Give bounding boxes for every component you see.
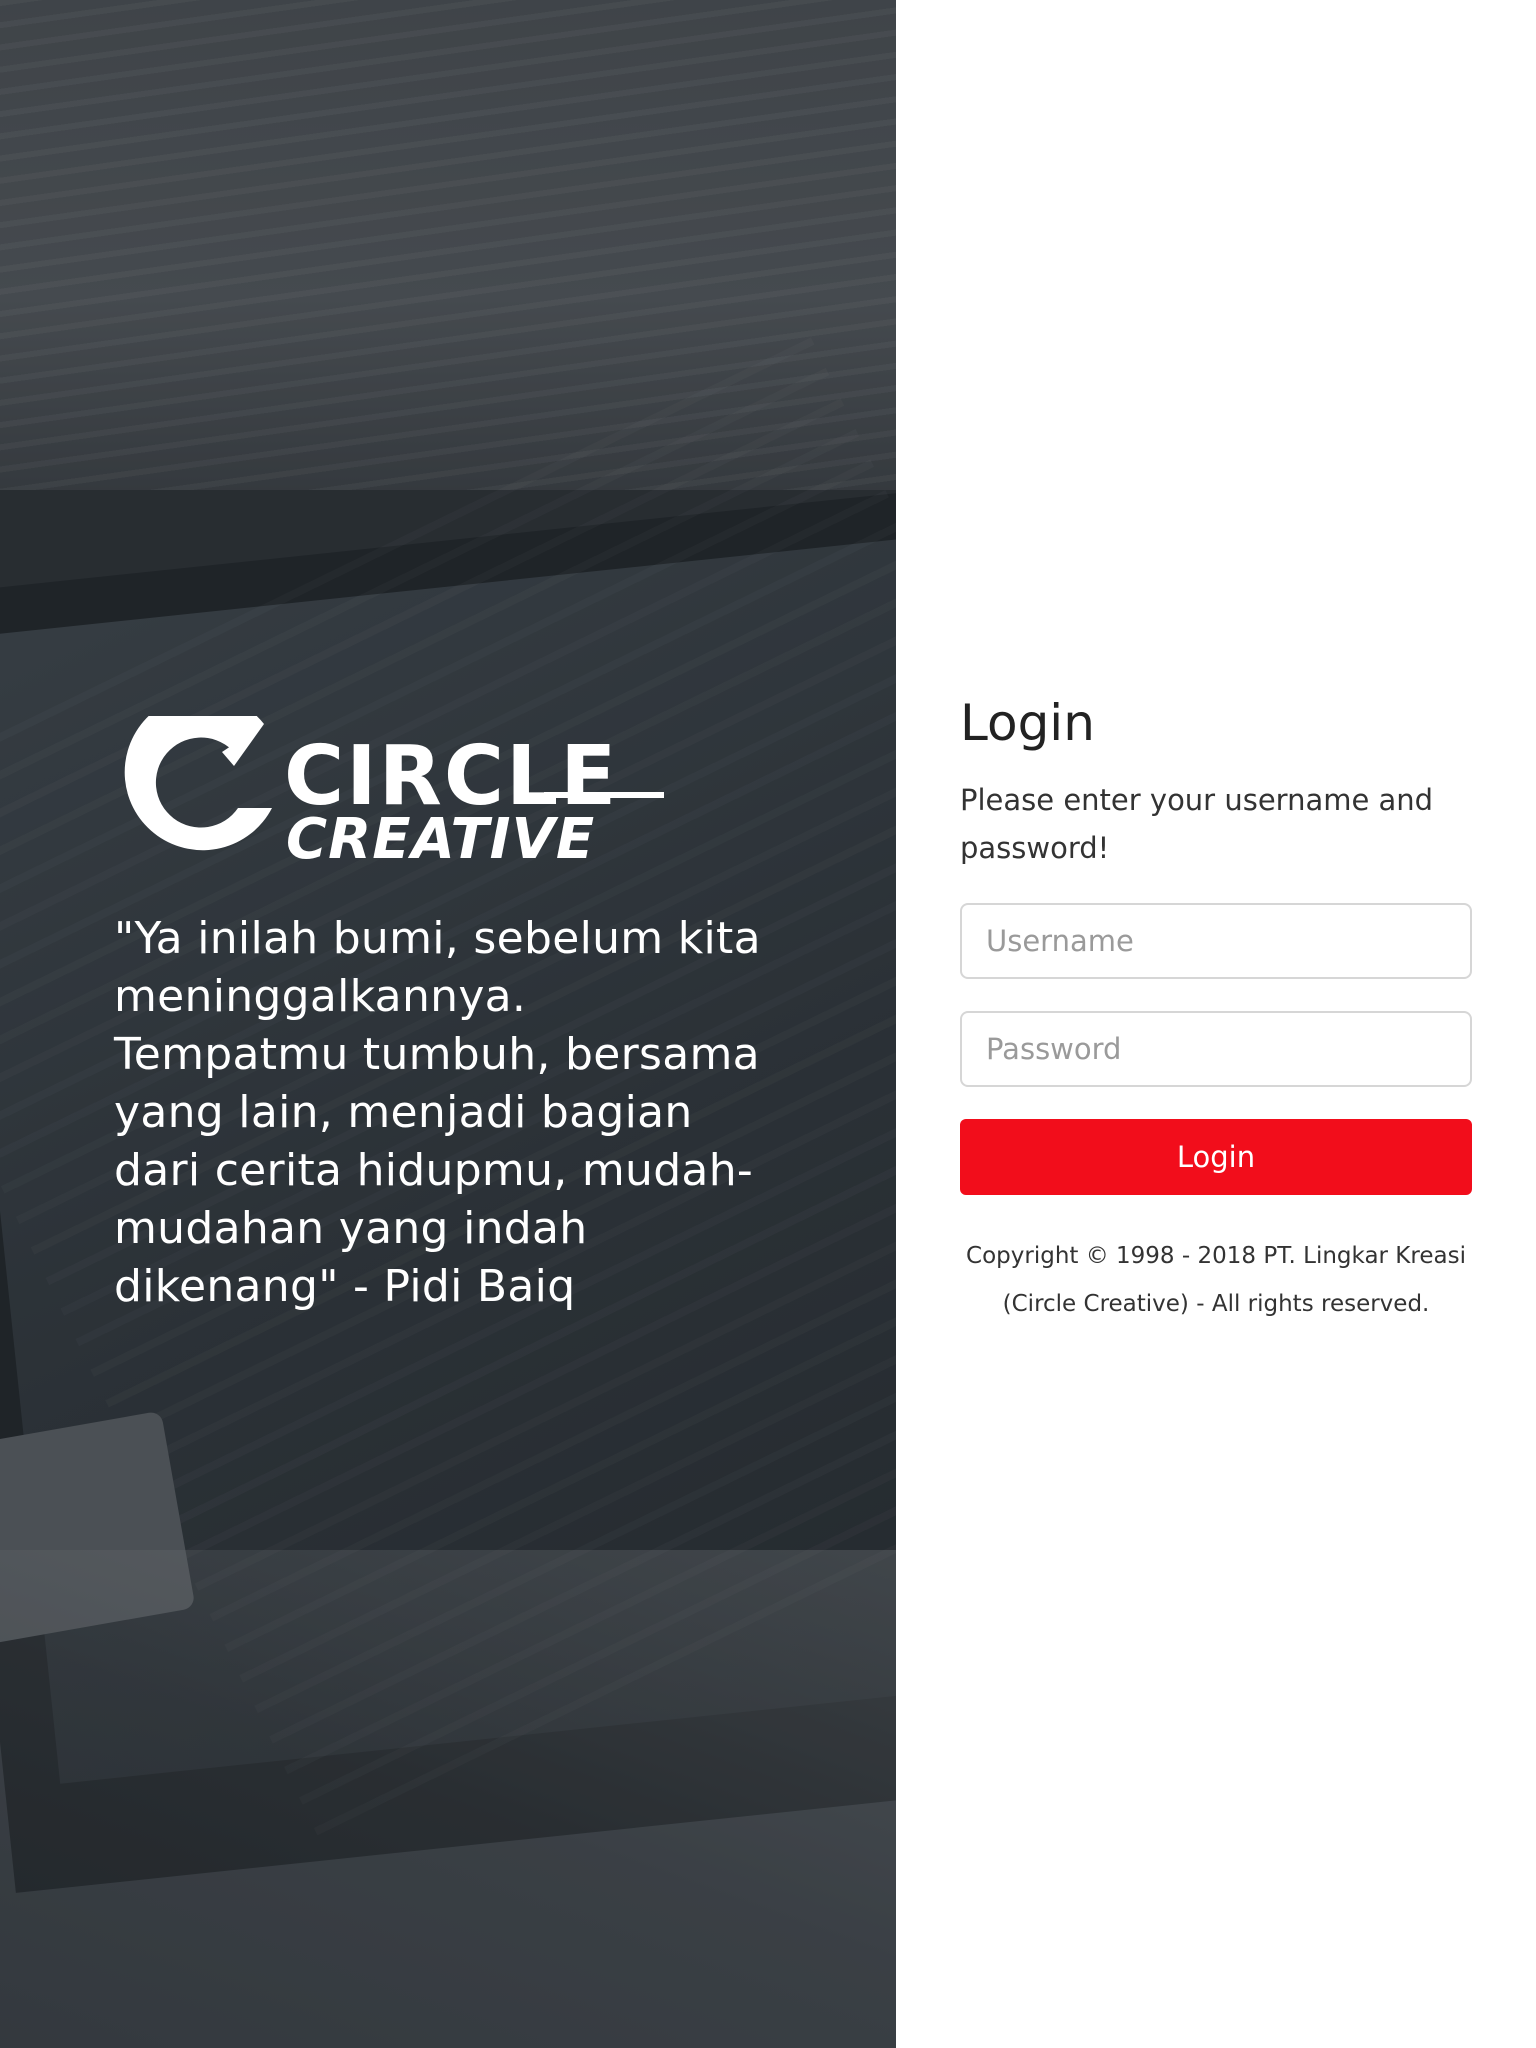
- login-subtitle: Please enter your username and password!: [960, 783, 1434, 865]
- login-page: CIRCLE CREATIVE "Ya inilah bumi, sebelum…: [0, 0, 1536, 2048]
- logo-emblem-icon: [124, 716, 272, 851]
- password-input[interactable]: [960, 1011, 1472, 1087]
- login-button[interactable]: Login: [960, 1119, 1472, 1195]
- login-title: Login: [960, 694, 1095, 752]
- circle-creative-logo: CIRCLE CREATIVE: [124, 716, 664, 872]
- logo-text-creative: CREATIVE: [286, 807, 595, 872]
- copyright-text: Copyright © 1998 - 2018 PT. Lingkar Krea…: [966, 1243, 1466, 1317]
- username-input[interactable]: [960, 903, 1472, 979]
- login-panel: Login Please enter your username and pas…: [896, 0, 1536, 2048]
- hero-panel: CIRCLE CREATIVE "Ya inilah bumi, sebelum…: [0, 0, 896, 2048]
- hero-quote: "Ya inilah bumi, sebelum kita meninggalk…: [114, 913, 761, 1312]
